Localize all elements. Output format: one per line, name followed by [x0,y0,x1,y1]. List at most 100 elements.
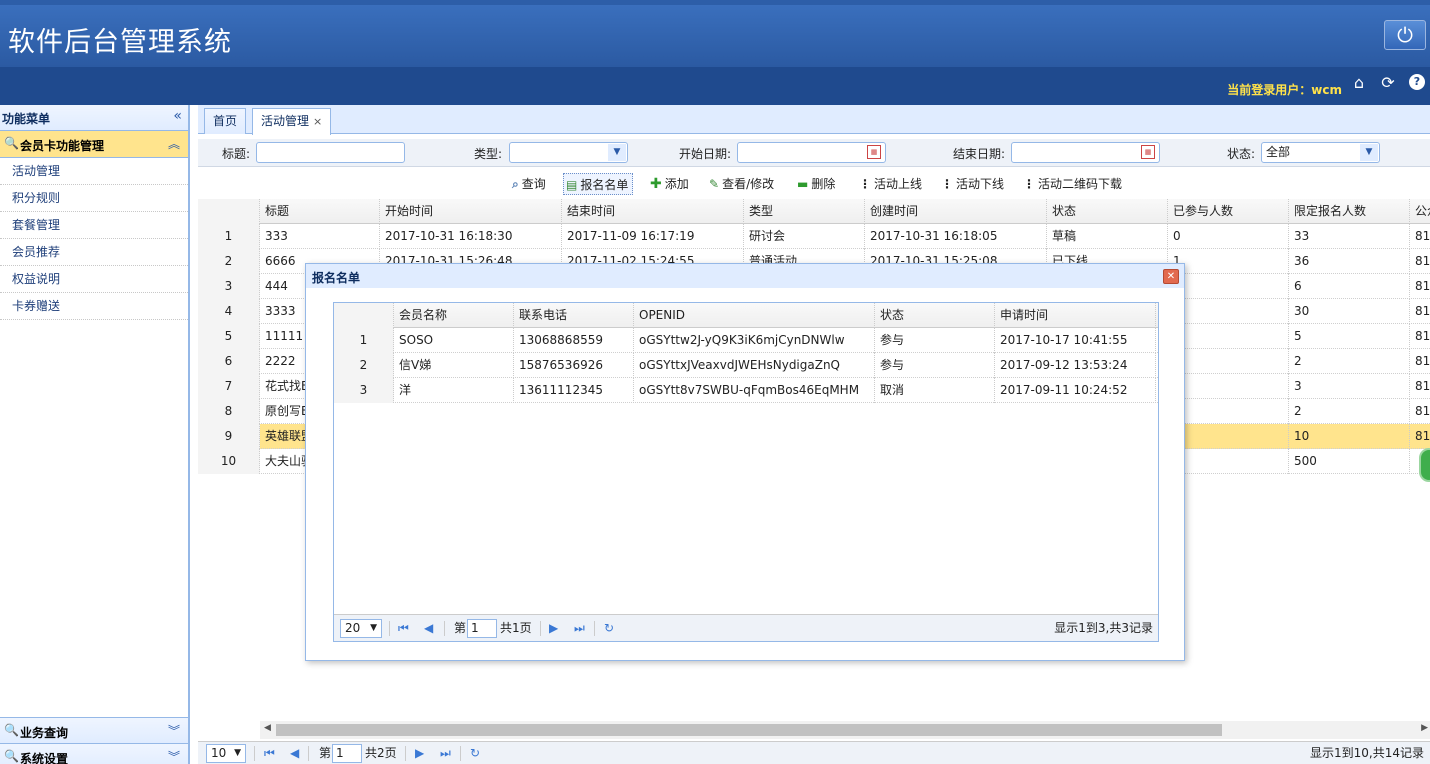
dialog-page-size-value: 20 [345,621,361,635]
page-size-select[interactable]: 10 ▼ [206,744,246,763]
col-header-phone[interactable]: 联系电话 [514,303,634,328]
signup-cell-n: 2 [334,353,394,378]
add-button[interactable]: ✚ 添加 [648,173,693,195]
cell-pub: 81 [1415,279,1430,293]
qrcode-download-button-label: 活动二维码下载 [1038,177,1123,191]
col-header-member-name[interactable]: 会员名称 [394,303,514,328]
signup-row[interactable]: 3 洋 13611112345 oGSYtt8v7SWBU-qFqmBos46EqMH… [334,378,1158,403]
power-icon[interactable]: ⏻ [1384,20,1426,50]
scroll-left-icon[interactable]: ◀ [264,723,271,733]
page-number-input[interactable]: 1 [332,744,362,763]
next-page-icon[interactable]: ▶ [549,620,558,637]
cell-joined: 5 [1168,449,1289,474]
dialog-title: 报名名单 [312,271,361,285]
chevron-up-icon[interactable]: ︽ [168,135,180,152]
refresh-icon[interactable]: ↻ [470,745,480,762]
more-vertical-icon: ⋮ [1023,177,1035,191]
sidebar-item-points-rules[interactable]: 积分规则 [0,185,188,212]
close-icon[interactable]: × [313,115,322,128]
signup-row[interactable]: 1 SOSO 13068868559 oGSYttw2J-yQ9K3iK6mjCynD… [334,328,1158,353]
sidebar-item-coupon-gift[interactable]: 卡券赠送 [0,293,188,320]
login-user-label: 当前登录用户：wcm [1227,83,1342,97]
tab-home[interactable]: 首页 [204,108,247,134]
col-header-created[interactable]: 创建时间 [865,199,1047,224]
type-filter-select[interactable]: ▼ [509,142,628,163]
first-page-icon[interactable]: ⏮ [398,620,409,637]
query-button[interactable]: ⌕ 查询 [510,173,550,195]
chevron-down-icon[interactable]: ︾ [168,748,180,764]
col-header-start[interactable]: 开始时间 [380,199,562,224]
title-filter-input[interactable] [256,142,405,163]
signup-cell-openid: oGSYttw2J-yQ9K3iK6mjCynDNWlw [634,328,875,353]
horizontal-scrollbar[interactable]: ◀ ▶ [260,721,1430,739]
chevron-down-icon: ▼ [370,623,377,633]
cell-status: 草稿 [1047,224,1168,249]
cell-pub: 81 [1415,254,1430,268]
table-row[interactable]: 1 333 2017-10-31 16:18:30 2017-11-09 16:17:… [198,224,1430,249]
sidebar-item-member-referral[interactable]: 会员推荐 [0,239,188,266]
help-icon[interactable]: ? [1409,74,1425,90]
sidebar-item-activity[interactable]: 活动管理 [0,158,188,185]
last-page-icon[interactable]: ⏭ [440,745,451,762]
signup-list-button[interactable]: ▤ 报名名单 [563,173,634,195]
panel-member-card[interactable]: 🔍 会员卡功能管理 ︽ [0,131,188,158]
activity-offline-button[interactable]: ⋮ 活动下线 [939,173,1008,195]
panel-business-query[interactable]: 🔍 业务查询 ︾ [0,717,188,744]
chevron-down-icon[interactable]: ︾ [168,722,180,739]
refresh-icon[interactable]: ⟳ [1379,73,1397,92]
add-button-label: 添加 [664,177,689,191]
col-header-apply-time[interactable]: 申请时间 [995,303,1156,328]
sidebar-item-packages[interactable]: 套餐管理 [0,212,188,239]
floating-badge-icon[interactable] [1419,448,1430,482]
col-header-limit[interactable]: 限定报名人数 [1289,199,1410,224]
status-filter-select[interactable]: 全部 ▼ [1261,142,1380,163]
home-icon[interactable]: ⌂ [1350,73,1368,92]
col-header-type[interactable]: 类型 [744,199,865,224]
sidebar-item-benefits[interactable]: 权益说明 [0,266,188,293]
pager-separator [389,621,390,636]
dialog-page-number-input[interactable]: 1 [467,619,497,638]
activity-online-button[interactable]: ⋮ 活动上线 [857,173,926,195]
calendar-icon[interactable]: ▦ [867,145,881,159]
refresh-icon[interactable]: ↻ [604,620,614,637]
signup-row[interactable]: 2 信V娣 15876536926 oGSYttxJVeaxvdJWEHsNydiga… [334,353,1158,378]
sidebar-menu: 活动管理 积分规则 套餐管理 会员推荐 权益说明 卡券赠送 [0,158,188,320]
pager-separator [308,746,309,761]
signup-cell-time: 2017-10-17 10:41:55 [995,328,1156,353]
col-header-end[interactable]: 结束时间 [562,199,744,224]
col-header-title[interactable]: 标题 [260,199,380,224]
cell-n: 2 [198,249,260,274]
cell-type: 研讨会 [744,224,865,249]
panel-system-settings[interactable]: 🔍 系统设置 ︾ [0,744,188,764]
col-header-signup-status[interactable]: 状态 [875,303,995,328]
start-date-input[interactable]: ▦ [737,142,886,163]
cell-n: 1 [198,224,260,249]
tab-activity[interactable]: 活动管理 × [252,108,332,135]
calendar-icon[interactable]: ▦ [1141,145,1155,159]
prev-page-icon[interactable]: ◀ [290,745,299,762]
col-header-openid[interactable]: OPENID [634,303,875,328]
scrollbar-thumb[interactable] [276,724,1222,736]
col-header-joined[interactable]: 已参与人数 [1168,199,1289,224]
more-vertical-icon: ⋮ [859,177,871,191]
qrcode-download-button[interactable]: ⋮ 活动二维码下载 [1021,173,1126,195]
close-icon[interactable]: ✕ [1163,269,1179,284]
dialog-pager-summary: 显示1到3,共3记录 [1054,621,1153,635]
view-edit-button[interactable]: ✎ 查看/修改 [707,173,778,195]
next-page-icon[interactable]: ▶ [415,745,424,762]
delete-button[interactable]: ▬ 删除 [795,173,839,195]
end-date-input[interactable]: ▦ [1011,142,1160,163]
last-page-icon[interactable]: ⏭ [574,620,585,637]
tab-activity-label: 活动管理 [261,114,310,128]
collapse-left-icon[interactable]: « [173,108,182,124]
prev-page-icon[interactable]: ◀ [424,620,433,637]
status-filter-value: 全部 [1266,145,1291,159]
col-header-public[interactable]: 公众 [1410,199,1430,224]
dialog-page-size-select[interactable]: 20 ▼ [340,619,382,638]
cell-end: 2017-11-09 16:17:19 [562,224,744,249]
signup-cell-openid: oGSYttxJVeaxvdJWEHsNydigaZnQ [634,353,875,378]
scroll-right-icon[interactable]: ▶ [1421,723,1428,733]
cell-limit: 5 [1289,324,1410,349]
first-page-icon[interactable]: ⏮ [264,745,275,762]
col-header-status[interactable]: 状态 [1047,199,1168,224]
